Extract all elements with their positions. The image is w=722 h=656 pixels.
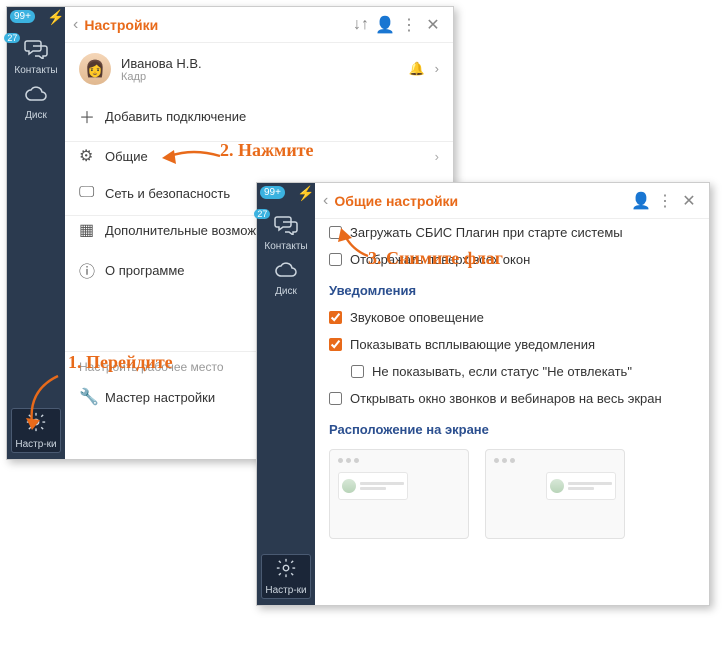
- sort-icon[interactable]: ↓↑: [349, 16, 373, 34]
- back-icon[interactable]: ‹: [323, 192, 328, 210]
- info-icon: ⓘ: [79, 258, 105, 282]
- gear-icon: [265, 557, 306, 585]
- sidebar-item-disk[interactable]: Диск: [274, 260, 298, 297]
- dnd-checkbox[interactable]: Не показывать, если статус "Не отвлекать…: [315, 358, 709, 385]
- back-icon[interactable]: ‹: [73, 16, 78, 34]
- position-section: Расположение на экране: [315, 412, 709, 443]
- user-dept: Кадр: [121, 71, 202, 83]
- close-icon[interactable]: ✕: [677, 191, 701, 211]
- popup-checkbox[interactable]: Показывать всплывающие уведомления: [315, 331, 709, 358]
- sidebar-item-settings[interactable]: Настр-ки: [261, 554, 310, 599]
- profile-row[interactable]: 👩 Иванова Н.В. Кадр 🔔 ›: [65, 43, 453, 95]
- load-on-start-checkbox[interactable]: Загружать СБИС Плагин при старте системы: [315, 219, 709, 246]
- person-icon[interactable]: 👤: [629, 191, 653, 211]
- status-icon: ⚡: [47, 9, 64, 26]
- cloud-icon: [24, 84, 48, 110]
- checkbox[interactable]: [329, 226, 342, 239]
- checkbox[interactable]: [329, 392, 342, 405]
- sidebar-item-settings[interactable]: Настр-ки: [11, 408, 60, 453]
- notification-badge: 99+: [260, 186, 285, 199]
- sidebar: 99+ ⚡ 27 Контакты Диск Настр-ки: [257, 183, 315, 605]
- sidebar-item-contacts[interactable]: 27 Контакты: [264, 215, 307, 252]
- cloud-icon: [274, 260, 298, 286]
- bell-icon[interactable]: 🔔: [408, 61, 424, 77]
- fullscreen-calls-checkbox[interactable]: Открывать окно звонков и вебинаров на ве…: [315, 385, 709, 412]
- add-connection-row[interactable]: ＋ Добавить подключение: [65, 95, 453, 137]
- general-settings-content: ‹ Общие настройки 👤 ⋮ ✕ Загружать СБИС П…: [315, 183, 709, 605]
- menu-icon[interactable]: ⋮: [653, 191, 677, 211]
- sidebar-item-disk[interactable]: Диск: [24, 84, 48, 121]
- notifications-section: Уведомления: [315, 273, 709, 304]
- avatar: 👩: [79, 53, 111, 85]
- menu-icon[interactable]: ⋮: [397, 15, 421, 35]
- gear-icon: [15, 411, 56, 439]
- position-option-top-left[interactable]: [329, 449, 469, 539]
- page-title: Настройки: [84, 17, 349, 33]
- user-name: Иванова Н.В.: [121, 56, 202, 71]
- close-icon[interactable]: ✕: [421, 15, 445, 35]
- checkbox[interactable]: [329, 311, 342, 324]
- chat-icon: 27: [14, 39, 57, 65]
- general-row[interactable]: ⚙ Общие ›: [65, 141, 453, 175]
- chat-icon: 27: [264, 215, 307, 241]
- sidebar: 99+ ⚡ 27 Контакты Диск Настр-ки: [7, 7, 65, 459]
- checkbox[interactable]: [329, 253, 342, 266]
- gear-icon: ⚙: [79, 146, 105, 166]
- grid-icon: ▦: [79, 220, 105, 240]
- general-settings-window: 99+ ⚡ 27 Контакты Диск Настр-ки ‹ Общие …: [256, 182, 710, 606]
- always-on-top-checkbox[interactable]: Отображать поверх всех окон: [315, 246, 709, 273]
- notification-badge: 99+: [10, 10, 35, 23]
- wrench-icon: 🔧: [79, 387, 105, 407]
- checkbox[interactable]: [329, 338, 342, 351]
- sidebar-item-contacts[interactable]: 27 Контакты: [14, 39, 57, 76]
- page-title: Общие настройки: [334, 193, 629, 209]
- plus-icon: ＋: [79, 104, 105, 128]
- header: ‹ Настройки ↓↑ 👤 ⋮ ✕: [65, 7, 453, 43]
- position-option-top-right[interactable]: [485, 449, 625, 539]
- chevron-right-icon: ›: [435, 149, 439, 164]
- person-icon[interactable]: 👤: [373, 15, 397, 35]
- chevron-right-icon[interactable]: ›: [435, 61, 439, 77]
- monitor-icon: 🖵: [79, 184, 105, 202]
- checkbox[interactable]: [351, 365, 364, 378]
- status-icon: ⚡: [297, 185, 314, 202]
- sound-checkbox[interactable]: Звуковое оповещение: [315, 304, 709, 331]
- header: ‹ Общие настройки 👤 ⋮ ✕: [315, 183, 709, 219]
